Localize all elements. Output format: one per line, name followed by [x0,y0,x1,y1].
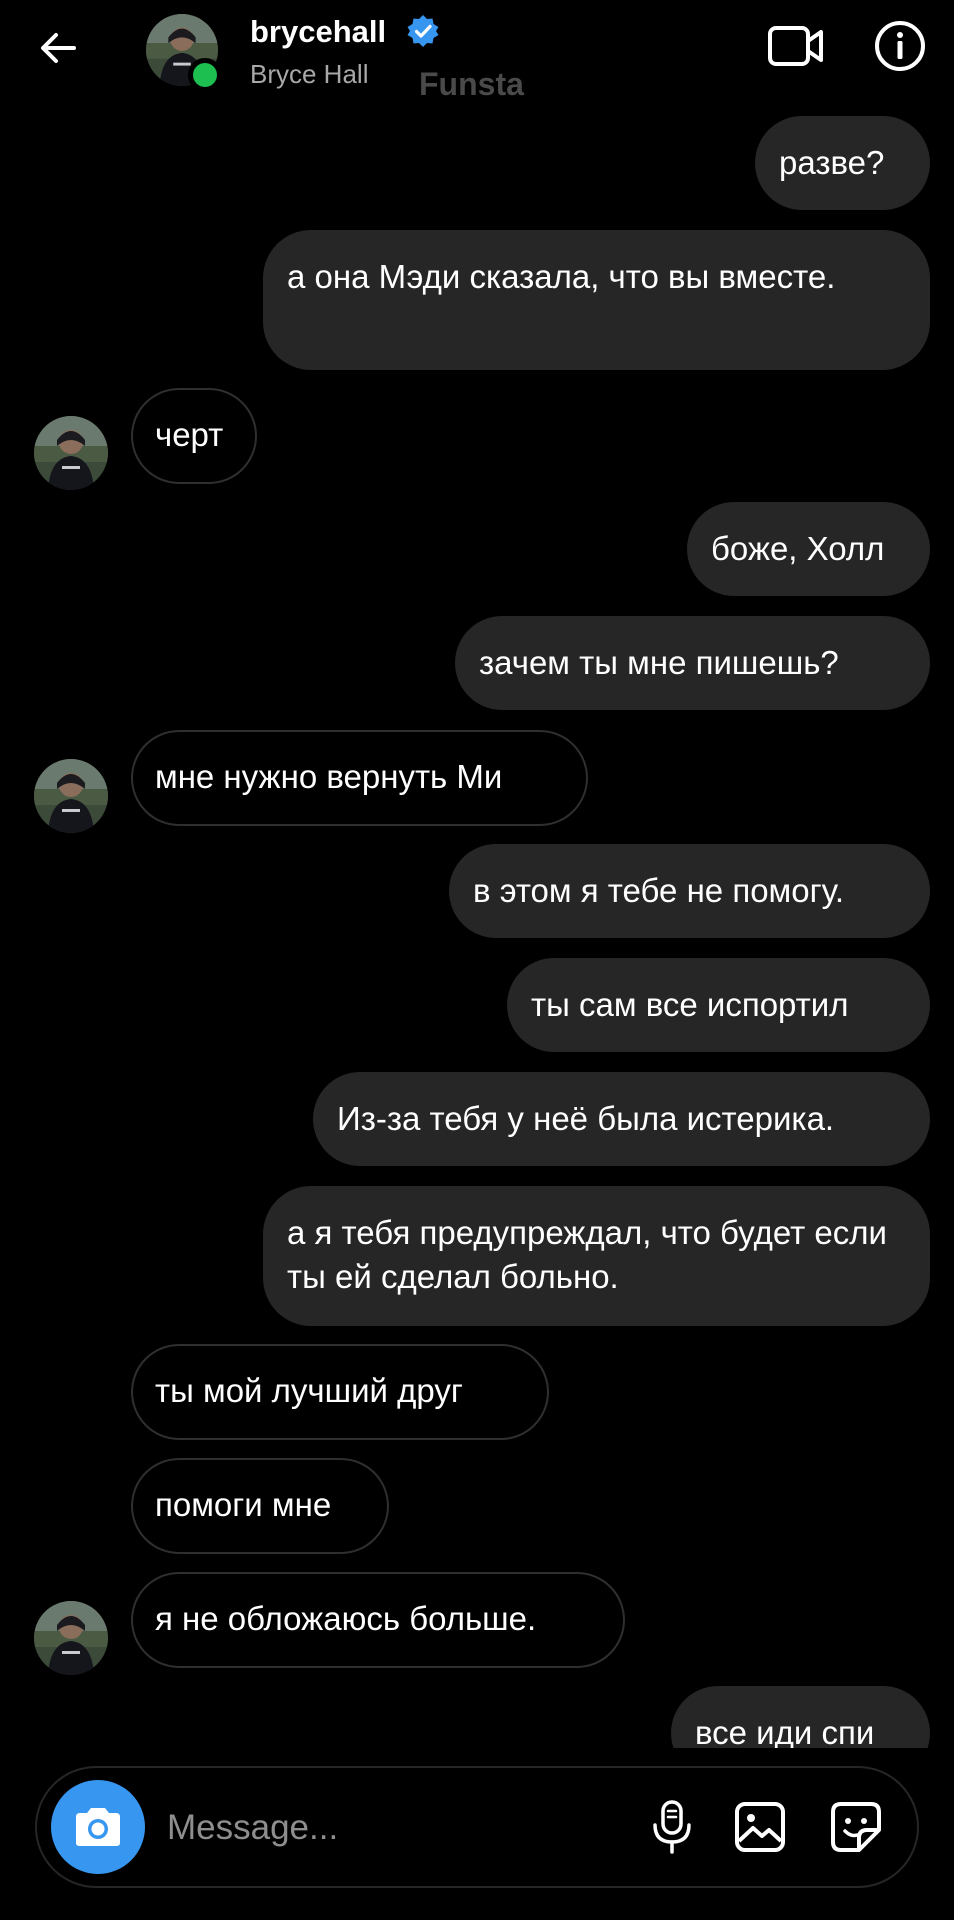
avatar-photo [34,1601,108,1675]
microphone-icon [653,1800,691,1854]
contact-avatar[interactable] [34,759,108,833]
header-full-name: Bryce Hall [250,59,369,89]
message-bubble-sent[interactable]: а она Мэди сказала, что вы вместе. [263,230,930,370]
back-button[interactable] [30,20,86,76]
video-camera-icon [768,26,823,66]
back-arrow-icon [41,33,76,63]
message-bubble-sent[interactable]: а я тебя предупреждал, что будет если ты… [263,1186,930,1326]
message-thread[interactable]: разве? а она Мэди сказала, что вы вместе… [0,0,954,1748]
avatar-photo [34,759,108,833]
camera-button[interactable] [51,1780,145,1874]
message-bubble-sent[interactable]: боже, Холл [687,502,930,596]
message-bubble-sent[interactable]: в этом я тебе не помогу. [449,844,930,938]
message-bubble-received[interactable]: черт [131,388,257,484]
gallery-icon [735,1802,785,1852]
avatar-photo [34,416,108,490]
camera-icon [76,1808,120,1846]
message-input[interactable] [165,1798,529,1858]
sticker-button[interactable] [825,1796,887,1858]
sticker-icon [831,1802,881,1852]
message-bubble-sent[interactable]: зачем ты мне пишешь? [455,616,930,710]
info-icon [875,21,925,71]
contact-avatar[interactable] [34,416,108,490]
overlay-watermark-text: Funsta [419,66,524,102]
chat-header: brycehall Bryce Hall Funsta [0,0,954,108]
video-call-button[interactable] [766,18,826,74]
message-bubble-sent[interactable]: все иди спи [671,1686,930,1748]
message-composer [35,1766,919,1888]
info-button[interactable] [872,18,928,74]
gallery-button[interactable] [729,1796,791,1858]
voice-message-button[interactable] [641,1796,703,1858]
contact-avatar[interactable] [34,1601,108,1675]
message-bubble-received[interactable]: я не обложаюсь больше. [131,1572,625,1668]
message-bubble-sent[interactable]: ты сам все испортил [507,958,930,1052]
verified-badge-icon [406,14,440,48]
message-bubble-received[interactable]: помоги мне [131,1458,389,1554]
message-bubble-received[interactable]: мне нужно вернуть Ми [131,730,588,826]
message-bubble-received[interactable]: ты мой лучший друг [131,1344,549,1440]
header-username[interactable]: brycehall [250,14,386,50]
message-bubble-sent[interactable]: Из-за тебя у неё была истерика. [313,1072,930,1166]
online-status-dot [188,58,222,92]
message-bubble-sent[interactable]: разве? [755,116,930,210]
